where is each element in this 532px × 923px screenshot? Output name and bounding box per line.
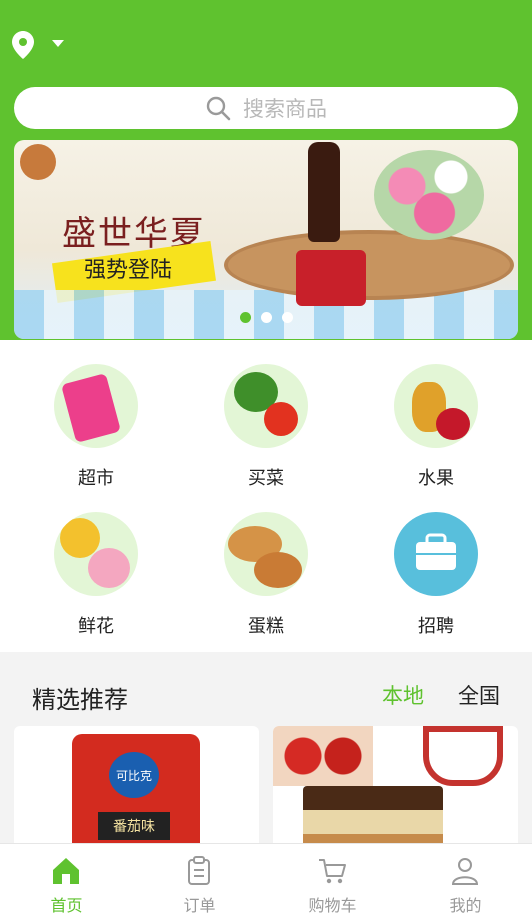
home-icon <box>53 858 79 884</box>
order-icon <box>188 856 210 885</box>
category-cakes[interactable]: 蛋糕 <box>196 502 336 642</box>
banner-subtitle: 强势登陆 <box>84 258 173 283</box>
search-icon <box>206 96 231 121</box>
nav-profile[interactable]: 我的 <box>399 844 532 923</box>
strawberries-image <box>273 726 373 786</box>
promo-banner[interactable]: 盛世华夏 强势登陆 <box>14 140 518 339</box>
banner-flowers-image <box>374 150 484 240</box>
bottom-navigation: 首页 订单 购物车 我的 <box>0 843 532 923</box>
product-card[interactable] <box>273 726 518 856</box>
category-label: 招聘 <box>418 616 454 637</box>
coffee-cup-image <box>423 726 503 786</box>
search-placeholder: 搜索商品 <box>243 97 327 121</box>
pagination-dot[interactable] <box>282 312 293 323</box>
banner-plate-image <box>224 230 514 300</box>
tab-nationwide[interactable]: 全国 <box>458 680 500 710</box>
banner-bottle-image <box>308 142 340 242</box>
nav-cart[interactable]: 购物车 <box>266 844 399 923</box>
category-label: 水果 <box>418 468 454 489</box>
user-icon <box>451 858 479 885</box>
banner-tea-tin-image <box>296 250 366 306</box>
category-fruits[interactable]: 水果 <box>366 354 506 494</box>
brand-logo: 可比克 <box>109 752 159 798</box>
bread-icon <box>224 512 308 596</box>
category-grid: 超市 买菜 水果 鲜花 蛋糕 招聘 <box>0 340 532 652</box>
location-pin-icon[interactable] <box>12 31 34 59</box>
flowers-icon <box>54 512 138 596</box>
category-jobs[interactable]: 招聘 <box>366 502 506 642</box>
tab-local[interactable]: 本地 <box>382 680 424 710</box>
category-vegetables[interactable]: 买菜 <box>196 354 336 494</box>
squirrel-mascot-icon <box>20 144 56 180</box>
nav-orders[interactable]: 订单 <box>133 844 266 923</box>
nav-home[interactable]: 首页 <box>0 844 133 923</box>
nav-label: 购物车 <box>308 896 357 915</box>
rice-bag-icon <box>54 364 138 448</box>
fruits-icon <box>394 364 478 448</box>
pagination-dot[interactable] <box>261 312 272 323</box>
category-supermarket[interactable]: 超市 <box>26 354 166 494</box>
briefcase-icon <box>394 512 478 596</box>
nav-label: 我的 <box>449 896 482 915</box>
category-label: 超市 <box>78 468 114 489</box>
pagination-dot[interactable] <box>240 312 251 323</box>
flavor-label: 番茄味 <box>98 812 170 840</box>
category-label: 买菜 <box>248 468 284 489</box>
banner-pagination <box>240 312 293 323</box>
nav-label: 订单 <box>183 896 216 915</box>
category-label: 蛋糕 <box>248 616 284 637</box>
vegetables-icon <box>224 364 308 448</box>
category-label: 鲜花 <box>78 616 114 637</box>
section-title: 精选推荐 <box>32 686 128 714</box>
search-input[interactable]: 搜索商品 <box>14 87 518 129</box>
caret-down-icon[interactable] <box>52 40 64 47</box>
product-card[interactable]: 可比克 番茄味 <box>14 726 259 856</box>
category-flowers[interactable]: 鲜花 <box>26 502 166 642</box>
nav-label: 首页 <box>50 896 83 915</box>
cart-icon <box>319 859 346 884</box>
